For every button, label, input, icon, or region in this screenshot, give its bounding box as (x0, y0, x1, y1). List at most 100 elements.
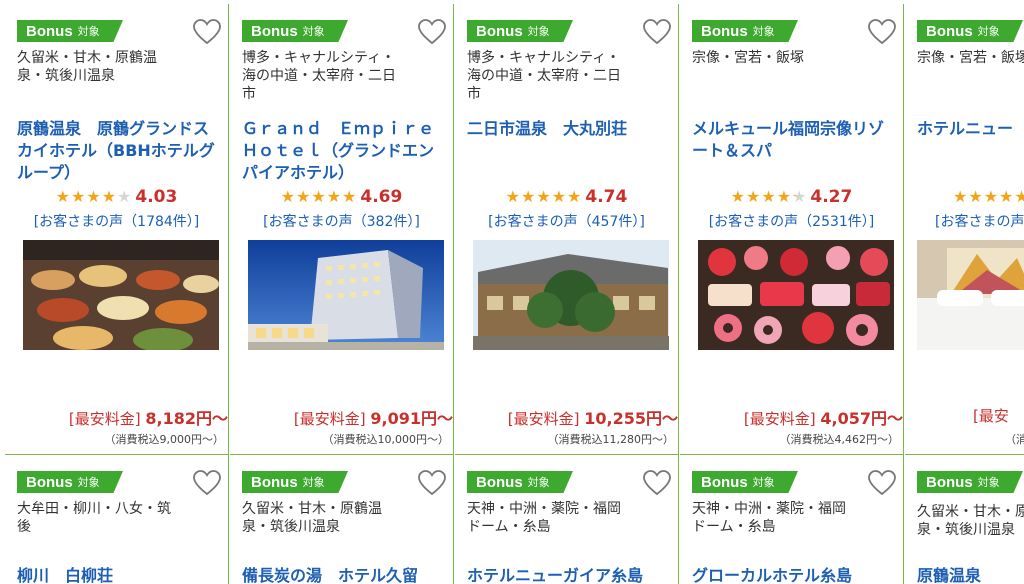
bonus-label: Bonus (26, 473, 73, 491)
price-label: [最安料金] (68, 410, 141, 428)
bonus-badge: Bonus 対象 (917, 471, 1023, 493)
area-text: 宗像・宮若・飯塚 (917, 50, 1024, 66)
lowest-price: [最安料金] 9,091円〜 (294, 405, 453, 429)
price-label: [最安 (973, 407, 1009, 425)
hotel-name-link[interactable]: Ｇｒａｎｄ Ｅｍｐｉｒｅ Ｈｏｔｅｌ（グランドエンパイアホテル） (242, 118, 450, 184)
hotel-photo[interactable] (23, 240, 219, 350)
bonus-badge: Bonus 対象 (467, 20, 573, 42)
price-tax-included: （消費税込10,000円〜） (322, 433, 450, 446)
bonus-label: Bonus (701, 22, 748, 40)
bonus-target-label: 対象 (77, 476, 100, 489)
hotel-card[interactable]: Bonus 対象 天神・中洲・薬院・福岡ドーム・糸島 ホテルニューガイア糸島 (455, 455, 679, 584)
price-tax-included: （消費税込9,000円〜） (104, 433, 225, 446)
favorite-heart-icon[interactable] (867, 469, 897, 497)
hotel-photo[interactable] (698, 240, 894, 350)
lowest-price: [最安料金] 4,057円〜 (744, 405, 903, 429)
reviews-link[interactable]: [お客さまの声（457件）] (455, 211, 678, 231)
price-label: [最安料金] (293, 410, 366, 428)
area-text: 天神・中洲・薬院・福岡ドーム・糸島 (692, 501, 846, 535)
rating: ★★★★★ (953, 187, 1024, 207)
price-tax-included: （消 (1005, 433, 1024, 446)
hotel-card[interactable]: Bonus 対象 宗像・宮若・飯塚 ホテルニュー ★★★★★ [お客さまの声 [… (905, 4, 1024, 455)
hotel-name-link[interactable]: メルキュール福岡宗像リゾート＆スパ (692, 118, 892, 162)
area-text: 博多・キャナルシティ・海の中道・太宰府・二日市 (467, 50, 621, 102)
bonus-badge: Bonus 対象 (17, 471, 123, 493)
reviews-link[interactable]: [お客さまの声（382件）] (230, 211, 453, 231)
rating: ★★★★★ 4.69 (230, 187, 453, 207)
hotel-name-link[interactable]: 原鶴温泉 原鶴グランドスカイホテル（BBHホテルグループ） (17, 118, 217, 184)
hotel-name-link[interactable]: 二日市温泉 大丸別荘 (467, 118, 667, 140)
hotel-photo[interactable] (917, 240, 1024, 350)
hotel-name-link[interactable]: グローカルホテル糸島 (692, 565, 892, 584)
hotel-card[interactable]: Bonus 対象 大牟田・柳川・八女・筑後 柳川 白柳荘 (5, 455, 229, 584)
hotel-card[interactable]: Bonus 対象 久留米・甘木・原鶴温泉・筑後川温泉 備長炭の湯 ホテル久留 (230, 455, 454, 584)
hotel-name-link[interactable]: ホテルニュー (917, 118, 1024, 140)
hotel-card[interactable]: Bonus 対象 久留米・甘木・原鶴温泉・筑後川温泉 原鶴温泉 (905, 455, 1024, 584)
reviews-link[interactable]: [お客さまの声 (935, 211, 1024, 231)
bonus-target-label: 対象 (302, 25, 325, 38)
bonus-badge: Bonus 対象 (467, 471, 573, 493)
bonus-badge: Bonus 対象 (242, 20, 348, 42)
rating-score: 4.27 (810, 187, 853, 207)
hotel-card[interactable]: Bonus 対象 博多・キャナルシティ・海の中道・太宰府・二日市 Ｇｒａｎｄ Ｅ… (230, 4, 454, 455)
rating: ★★★★★ 4.74 (455, 187, 678, 207)
bonus-target-label: 対象 (977, 476, 1000, 489)
bonus-badge: Bonus 対象 (917, 20, 1023, 42)
bonus-label: Bonus (26, 22, 73, 40)
area-text: 宗像・宮若・飯塚 (692, 50, 804, 66)
hotel-card[interactable]: Bonus 対象 天神・中洲・薬院・福岡ドーム・糸島 グローカルホテル糸島 (680, 455, 904, 584)
bonus-label: Bonus (251, 473, 298, 491)
hotel-grid: Bonus 対象 久留米・甘木・原鶴温泉・筑後川温泉 原鶴温泉 原鶴グランドスカ… (0, 0, 1024, 584)
hotel-name-link[interactable]: 柳川 白柳荘 (17, 565, 217, 584)
bonus-label: Bonus (476, 22, 523, 40)
favorite-heart-icon[interactable] (867, 18, 897, 46)
area-text: 大牟田・柳川・八女・筑後 (17, 501, 171, 535)
price-value: 8,182円〜 (145, 409, 228, 428)
price-label: [最安料金] (743, 410, 816, 428)
rating-score: 4.74 (585, 187, 628, 207)
hotel-photo[interactable] (473, 240, 669, 350)
reviews-link[interactable]: [お客さまの声（1784件）] (5, 211, 228, 231)
rating-stars-icon: ★★★★★ (280, 187, 358, 206)
hotel-name-link[interactable]: 原鶴温泉 (917, 565, 1024, 584)
price-label: [最安料金] (507, 410, 580, 428)
bonus-label: Bonus (926, 22, 973, 40)
price-value: 10,255円〜 (584, 409, 678, 428)
bonus-target-label: 対象 (527, 476, 550, 489)
bonus-target-label: 対象 (752, 25, 775, 38)
rating-stars-icon: ★★★★★ (505, 187, 583, 206)
rating-score: 4.69 (360, 187, 403, 207)
favorite-heart-icon[interactable] (192, 469, 222, 497)
favorite-heart-icon[interactable] (417, 469, 447, 497)
rating-stars-icon: ★★★★★ (953, 187, 1024, 206)
favorite-heart-icon[interactable] (417, 18, 447, 46)
area-text: 久留米・甘木・原鶴温泉・筑後川温泉 (242, 501, 382, 535)
price-tax-included: （消費税込11,280円〜） (547, 433, 675, 446)
bonus-label: Bonus (251, 22, 298, 40)
hotel-card[interactable]: Bonus 対象 宗像・宮若・飯塚 メルキュール福岡宗像リゾート＆スパ ★★★★… (680, 4, 904, 455)
bonus-badge: Bonus 対象 (17, 20, 123, 42)
favorite-heart-icon[interactable] (642, 469, 672, 497)
favorite-heart-icon[interactable] (642, 18, 672, 46)
area-text: 久留米・甘木・原鶴温泉・筑後川温泉 (17, 50, 157, 84)
bonus-target-label: 対象 (977, 25, 1000, 38)
lowest-price: [最安 (973, 405, 1009, 426)
lowest-price: [最安料金] 8,182円〜 (69, 405, 228, 429)
rating-stars-icon: ★★★★★ (55, 187, 133, 206)
price-tax-included: （消費税込4,462円〜） (779, 433, 900, 446)
lowest-price: [最安料金] 10,255円〜 (508, 405, 678, 429)
area-text: 久留米・甘木・原鶴温泉・筑後川温泉 (917, 504, 1024, 538)
reviews-link[interactable]: [お客さまの声（2531件）] (680, 211, 903, 231)
bonus-label: Bonus (476, 473, 523, 491)
hotel-card[interactable]: Bonus 対象 博多・キャナルシティ・海の中道・太宰府・二日市 二日市温泉 大… (455, 4, 679, 455)
hotel-name-link[interactable]: ホテルニューガイア糸島 (467, 565, 667, 584)
hotel-card[interactable]: Bonus 対象 久留米・甘木・原鶴温泉・筑後川温泉 原鶴温泉 原鶴グランドスカ… (5, 4, 229, 455)
bonus-target-label: 対象 (302, 476, 325, 489)
bonus-target-label: 対象 (527, 25, 550, 38)
hotel-photo[interactable] (248, 240, 444, 350)
bonus-badge: Bonus 対象 (692, 471, 798, 493)
hotel-name-link[interactable]: 備長炭の湯 ホテル久留 (242, 565, 442, 584)
favorite-heart-icon[interactable] (192, 18, 222, 46)
bonus-target-label: 対象 (752, 476, 775, 489)
price-value: 4,057円〜 (820, 409, 903, 428)
